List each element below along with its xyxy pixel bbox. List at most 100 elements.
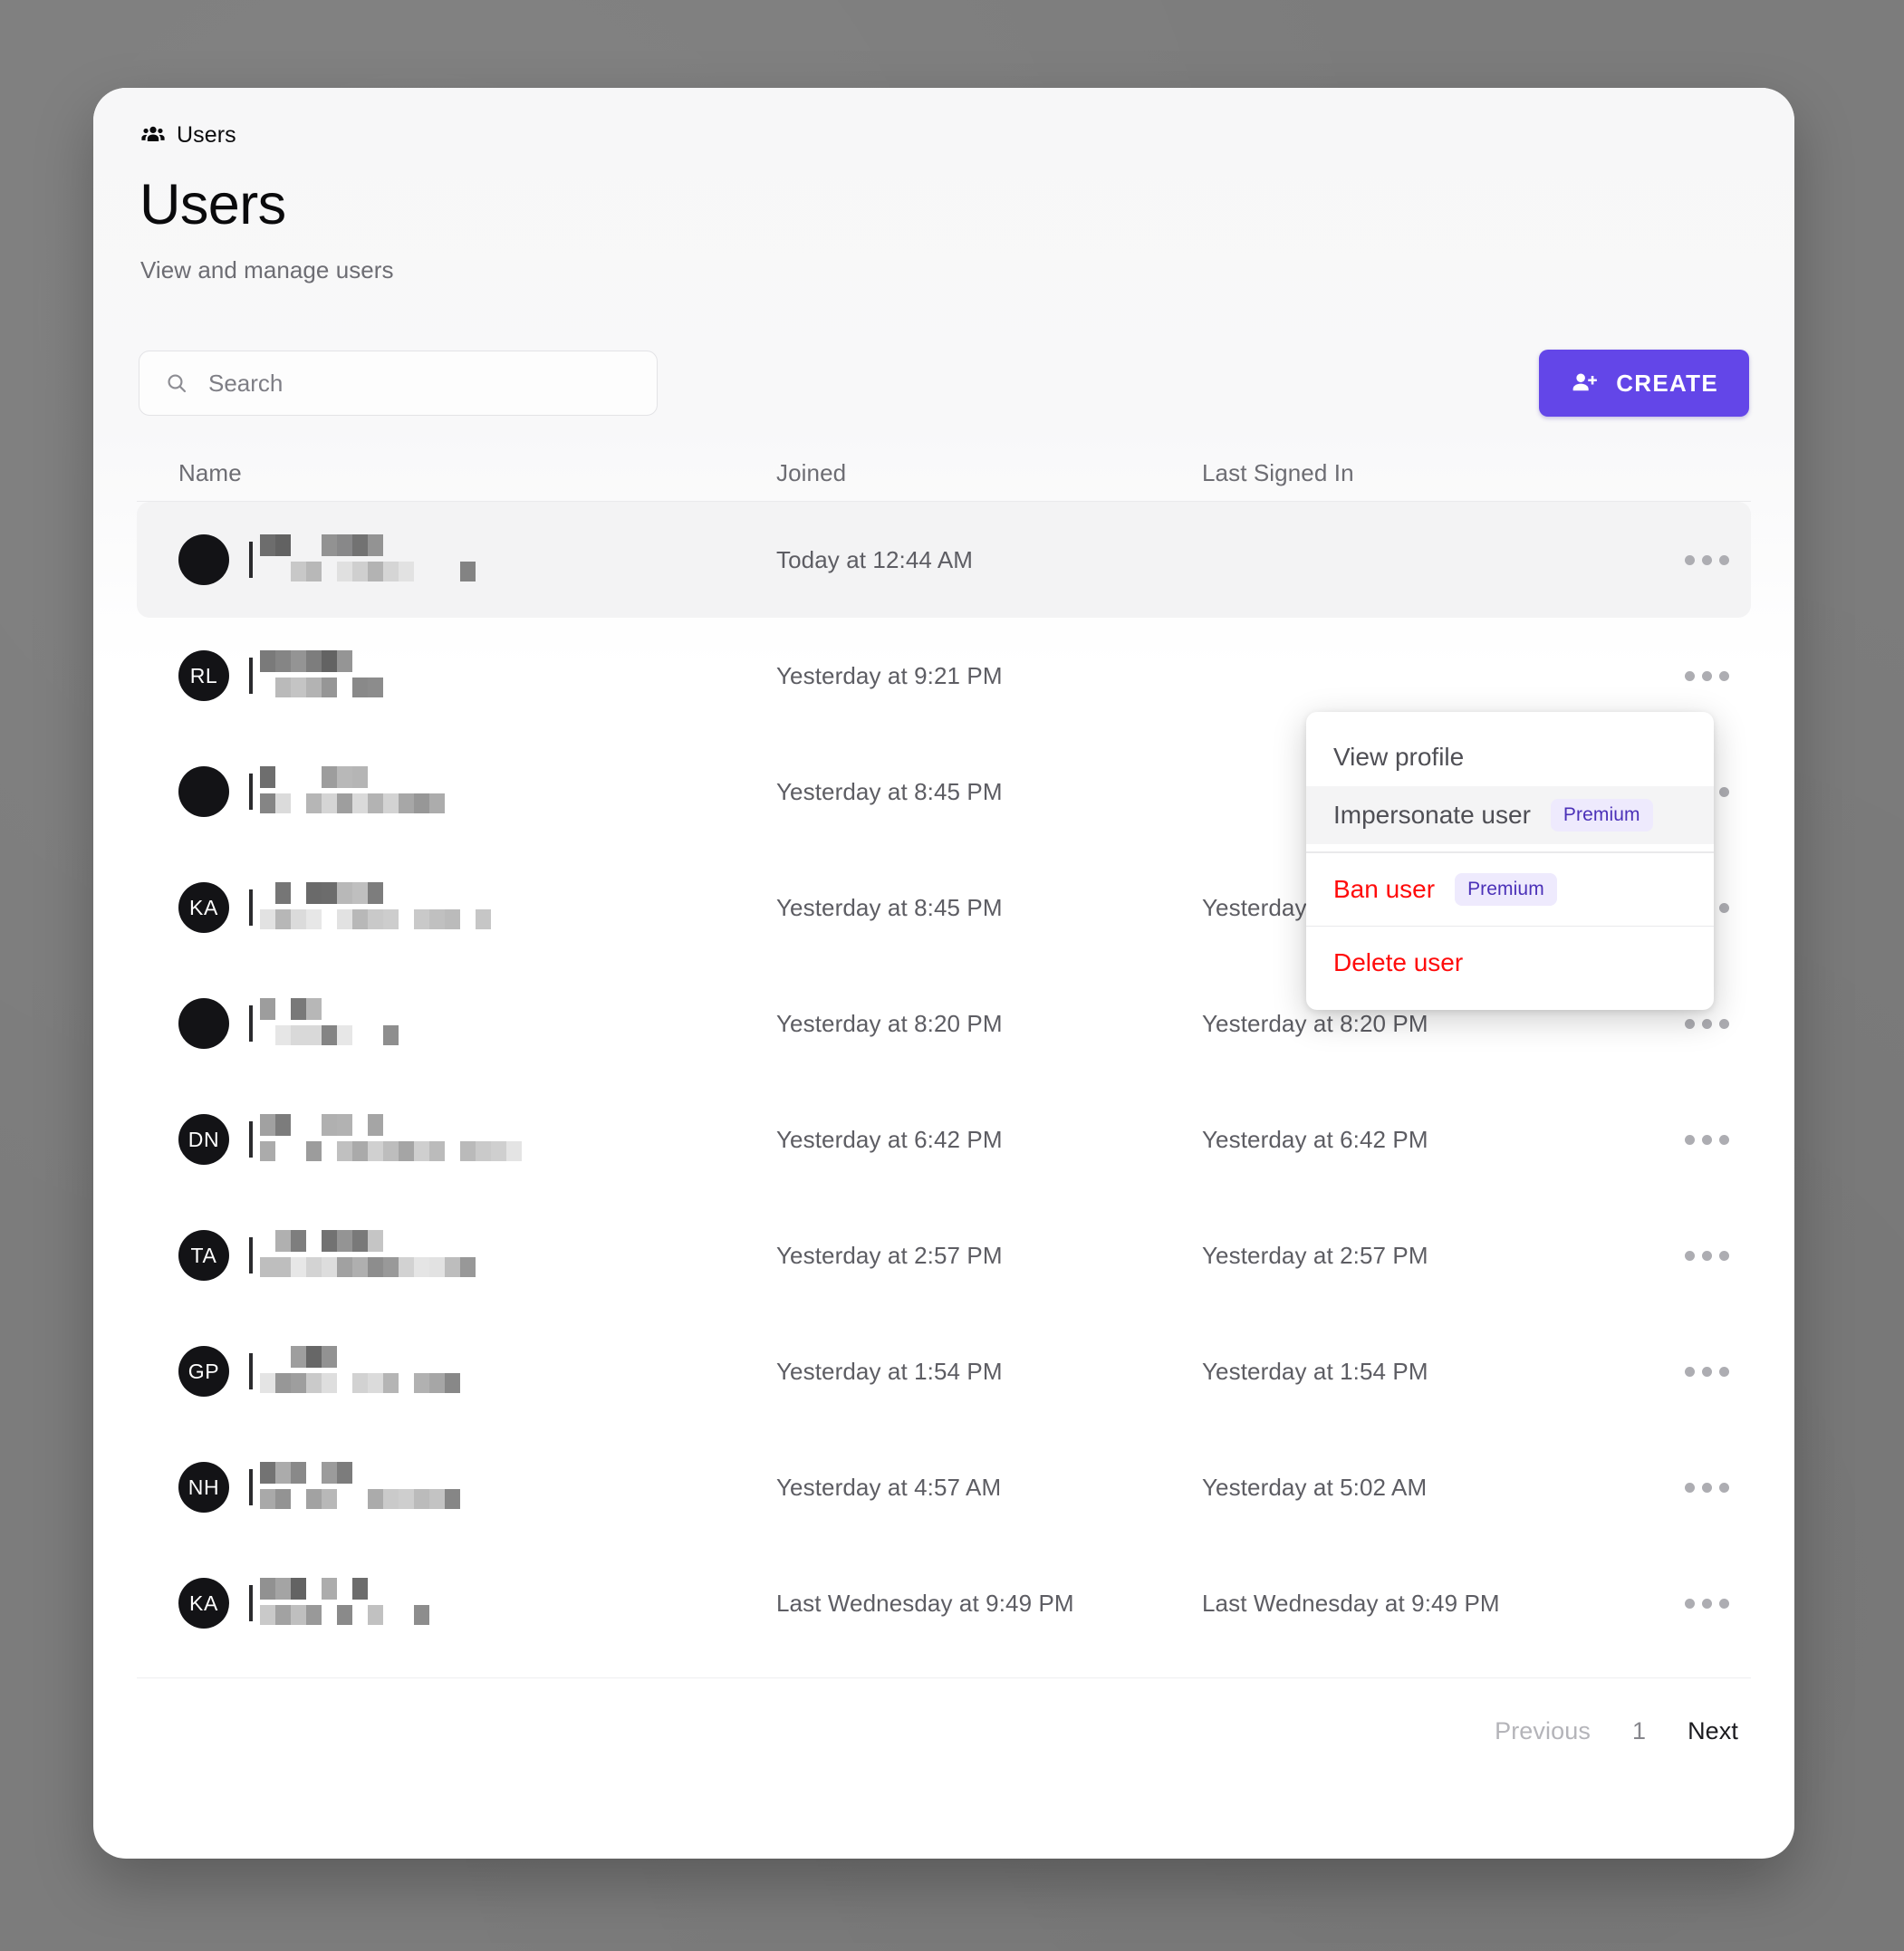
search-box[interactable] bbox=[139, 351, 658, 417]
users-page-card: Users Users View and manage users Search… bbox=[93, 88, 1794, 1859]
menu-divider bbox=[1306, 925, 1714, 927]
table-row[interactable]: TA Yesterday at 2:57 PM Yesterday at 2:57 … bbox=[137, 1197, 1751, 1313]
cell-actions bbox=[1664, 539, 1751, 581]
column-header-last-signed-in: Last Signed In bbox=[1202, 459, 1354, 487]
table-row[interactable]: GP Yesterday at 1:54 PM Yesterday at 1:54 … bbox=[137, 1313, 1751, 1429]
users-table: Name Joined Last Signed In Today at 12:4… bbox=[137, 446, 1751, 1784]
redacted-user-identity bbox=[249, 1342, 486, 1400]
avatar bbox=[178, 534, 229, 586]
table-row[interactable]: NH Yesterday at 4:57 AM Yesterday at 5:02 … bbox=[137, 1429, 1751, 1545]
cell-joined: Last Wednesday at 9:49 PM bbox=[776, 1589, 1074, 1617]
menu-item-view-profile[interactable]: View profile bbox=[1306, 728, 1714, 786]
avatar: KA bbox=[178, 1578, 229, 1629]
cell-name bbox=[178, 763, 776, 821]
cell-last-signed-in: Yesterday at 5:02 AM bbox=[1202, 1473, 1428, 1501]
redacted-user-identity bbox=[249, 763, 486, 821]
row-actions-button[interactable] bbox=[1678, 655, 1735, 697]
menu-item-impersonate-user[interactable]: Impersonate user Premium bbox=[1306, 786, 1714, 844]
column-header-joined: Joined bbox=[776, 459, 847, 487]
row-actions-button[interactable] bbox=[1678, 539, 1735, 581]
pagination: Previous 1 Next bbox=[137, 1677, 1751, 1784]
menu-item-label: Ban user bbox=[1333, 874, 1436, 903]
column-header-name: Name bbox=[178, 459, 242, 487]
avatar: NH bbox=[178, 1462, 229, 1514]
cell-name: RL bbox=[178, 647, 776, 705]
page-subtitle: View and manage users bbox=[140, 256, 394, 284]
avatar: GP bbox=[178, 1346, 229, 1398]
cell-joined: Yesterday at 8:45 PM bbox=[776, 777, 1003, 805]
cell-joined: Yesterday at 8:45 PM bbox=[776, 893, 1003, 921]
breadcrumb-label: Users bbox=[177, 121, 236, 148]
avatar bbox=[178, 766, 229, 818]
menu-item-delete-user[interactable]: Delete user bbox=[1306, 934, 1714, 992]
search-input[interactable] bbox=[208, 351, 589, 416]
cell-actions bbox=[1664, 1235, 1751, 1276]
cell-name: DN bbox=[178, 1110, 776, 1168]
search-icon bbox=[165, 371, 188, 395]
create-user-button[interactable]: CREATE bbox=[1539, 350, 1749, 418]
cell-name: TA bbox=[178, 1226, 776, 1284]
row-actions-button[interactable] bbox=[1678, 1466, 1735, 1508]
table-row[interactable]: DN Yesterday at 6:42 PM Yesterday at 6:42 … bbox=[137, 1081, 1751, 1197]
cell-actions bbox=[1664, 1466, 1751, 1508]
cell-joined: Today at 12:44 AM bbox=[776, 545, 974, 573]
cell-name bbox=[178, 531, 776, 589]
cell-actions bbox=[1664, 1350, 1751, 1392]
redacted-user-identity bbox=[249, 1110, 547, 1168]
premium-badge: Premium bbox=[1550, 799, 1653, 831]
menu-bottom-padding bbox=[1306, 992, 1714, 1003]
menu-top-padding bbox=[1306, 719, 1714, 728]
create-user-label: CREATE bbox=[1616, 369, 1718, 397]
cell-last-signed-in: Yesterday at 1:54 PM bbox=[1202, 1357, 1428, 1385]
redacted-user-identity bbox=[249, 1574, 470, 1632]
cell-joined: Yesterday at 9:21 PM bbox=[776, 661, 1003, 689]
cell-name: NH bbox=[178, 1458, 776, 1516]
pagination-previous-button[interactable]: Previous bbox=[1495, 1717, 1591, 1745]
pagination-current-page[interactable]: 1 bbox=[1632, 1717, 1646, 1745]
avatar bbox=[178, 998, 229, 1050]
redacted-user-identity bbox=[249, 1458, 486, 1516]
menu-item-label: View profile bbox=[1333, 743, 1465, 771]
menu-item-label: Impersonate user bbox=[1333, 801, 1531, 829]
users-table-body: Today at 12:44 AM RL Yesterday at 9:21 PM Y… bbox=[137, 502, 1751, 1661]
table-row[interactable]: Today at 12:44 AM bbox=[137, 502, 1751, 619]
menu-item-label: Delete user bbox=[1333, 948, 1464, 976]
table-row[interactable]: KA Last Wednesday at 9:49 PM Last Wednesda… bbox=[137, 1545, 1751, 1661]
breadcrumb[interactable]: Users bbox=[137, 88, 1751, 148]
redacted-user-identity bbox=[249, 647, 455, 705]
cell-last-signed-in: Yesterday at 6:42 PM bbox=[1202, 1125, 1428, 1153]
row-actions-button[interactable] bbox=[1678, 1119, 1735, 1160]
toolbar: CREATE bbox=[137, 350, 1751, 418]
menu-item-ban-user[interactable]: Ban user Premium bbox=[1306, 860, 1714, 918]
menu-divider bbox=[1306, 851, 1714, 853]
cell-name: KA bbox=[178, 1574, 776, 1632]
cell-joined: Yesterday at 1:54 PM bbox=[776, 1357, 1003, 1385]
pagination-next-button[interactable]: Next bbox=[1688, 1717, 1738, 1745]
cell-last-signed-in: Yesterday at 8:20 PM bbox=[1202, 1009, 1428, 1037]
cell-actions bbox=[1664, 655, 1751, 697]
avatar: TA bbox=[178, 1230, 229, 1282]
redacted-user-identity bbox=[249, 1226, 501, 1284]
page-title: Users bbox=[139, 173, 286, 236]
row-action-menu: View profile Impersonate user Premium Ba… bbox=[1306, 712, 1714, 1010]
redacted-user-identity bbox=[249, 879, 516, 937]
group-people-icon bbox=[140, 122, 166, 148]
cell-name: KA bbox=[178, 879, 776, 937]
avatar: KA bbox=[178, 882, 229, 934]
cell-joined: Yesterday at 6:42 PM bbox=[776, 1125, 1003, 1153]
avatar: RL bbox=[178, 650, 229, 702]
row-actions-button[interactable] bbox=[1678, 1235, 1735, 1276]
cell-actions bbox=[1664, 1119, 1751, 1160]
cell-joined: Yesterday at 8:20 PM bbox=[776, 1009, 1003, 1037]
redacted-user-identity bbox=[249, 995, 424, 1052]
table-header-row: Name Joined Last Signed In bbox=[137, 446, 1751, 503]
person-add-icon bbox=[1570, 370, 1598, 398]
cell-last-signed-in: Last Wednesday at 9:49 PM bbox=[1202, 1589, 1500, 1617]
avatar: DN bbox=[178, 1114, 229, 1166]
cell-joined: Yesterday at 4:57 AM bbox=[776, 1473, 1002, 1501]
premium-badge: Premium bbox=[1455, 872, 1557, 906]
cell-last-signed-in: Yesterday at 2:57 PM bbox=[1202, 1241, 1428, 1269]
row-actions-button[interactable] bbox=[1678, 1350, 1735, 1392]
cell-name bbox=[178, 995, 776, 1052]
row-actions-button[interactable] bbox=[1678, 1582, 1735, 1624]
